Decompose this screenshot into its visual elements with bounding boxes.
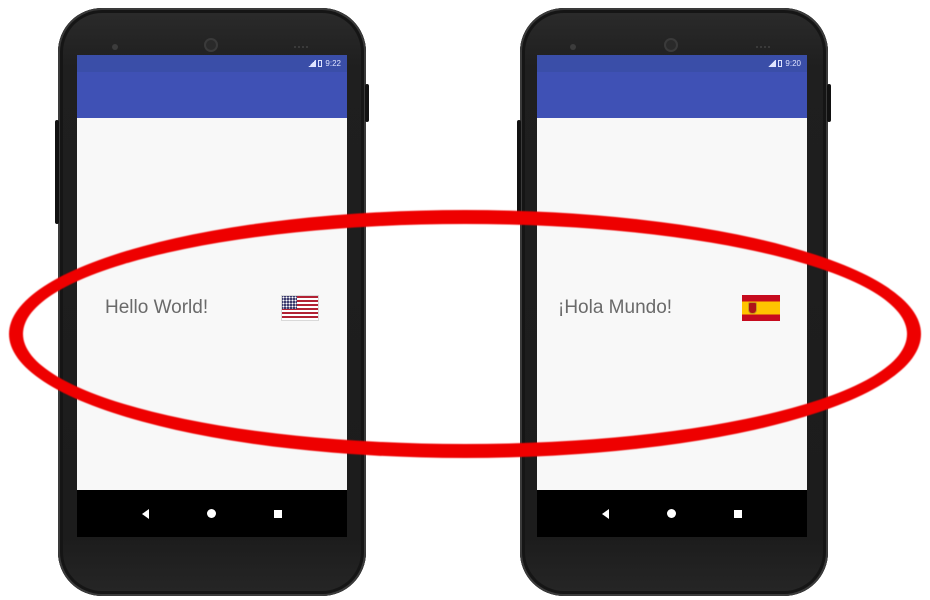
back-icon[interactable]: [602, 508, 609, 519]
greeting-text: Hello World!: [105, 297, 209, 318]
home-icon[interactable]: [207, 509, 216, 518]
app-bar: [77, 72, 347, 118]
sensor-icon: [112, 44, 118, 50]
status-time: 9:22: [325, 59, 341, 68]
home-icon[interactable]: [667, 509, 676, 518]
spain-coat-of-arms-icon: [749, 303, 756, 313]
front-camera-icon: [204, 38, 218, 52]
status-bar: 9:20: [537, 55, 807, 72]
volume-button: [55, 120, 59, 224]
navigation-bar: [537, 490, 807, 537]
volume-button: [517, 120, 521, 224]
us-flag-canton: [282, 296, 297, 309]
status-icons: [768, 60, 783, 67]
status-bar: 9:22: [77, 55, 347, 72]
battery-icon: [778, 60, 783, 67]
navigation-bar: [77, 490, 347, 537]
earpiece-speaker-icon: [294, 46, 308, 50]
app-bar: [537, 72, 807, 118]
comparison-stage: 9:22 Hello World! 9:20 ¡Hola Mundo!: [0, 0, 930, 600]
power-button: [827, 84, 831, 122]
spain-flag-icon: [742, 295, 780, 321]
battery-icon: [318, 60, 323, 67]
power-button: [365, 84, 369, 122]
earpiece-speaker-icon: [756, 46, 770, 50]
phone-english: 9:22 Hello World!: [55, 8, 369, 596]
back-icon[interactable]: [142, 508, 149, 519]
status-icons: [308, 60, 323, 67]
recents-icon[interactable]: [734, 509, 742, 518]
greeting-text: ¡Hola Mundo!: [558, 297, 673, 318]
signal-icon: [768, 60, 777, 67]
sensor-icon: [570, 44, 576, 50]
us-flag-icon: [282, 296, 318, 320]
signal-icon: [308, 60, 317, 67]
phone-spanish: 9:20 ¡Hola Mundo!: [517, 8, 831, 596]
status-time: 9:20: [785, 59, 801, 68]
recents-icon[interactable]: [274, 509, 282, 518]
front-camera-icon: [664, 38, 678, 52]
